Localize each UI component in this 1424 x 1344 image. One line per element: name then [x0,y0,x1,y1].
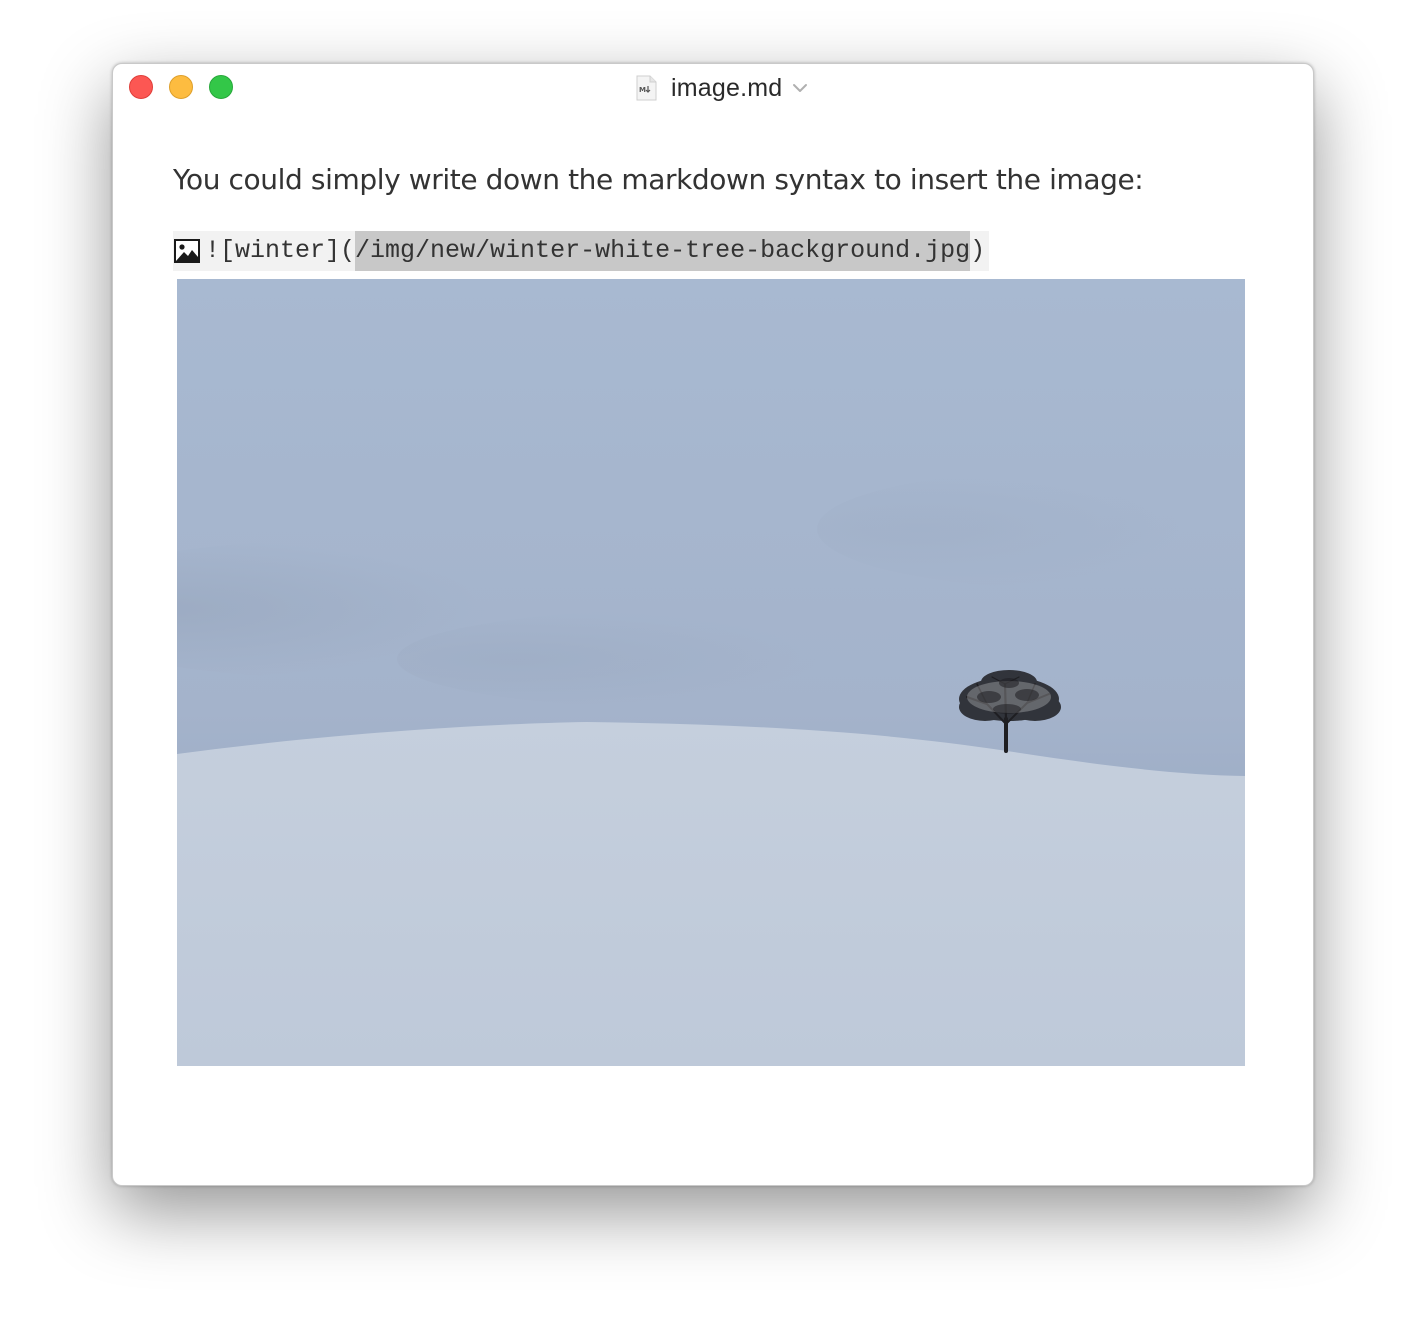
markdown-file-icon: M [635,75,657,101]
winter-image-preview[interactable] [177,279,1245,1066]
chevron-down-icon[interactable] [792,82,808,94]
editor-content[interactable]: You could simply write down the markdown… [173,160,1253,271]
minimize-button[interactable] [169,75,193,99]
zoom-button[interactable] [209,75,233,99]
markdown-image-source[interactable]: ![winter](/img/new/winter-white-tree-bac… [173,231,990,271]
markdown-alt-syntax[interactable]: ![winter]( [205,231,355,271]
paragraph-text[interactable]: You could simply write down the markdown… [173,160,1253,200]
title-bar[interactable]: M image.md [113,64,1313,110]
markdown-close-paren[interactable]: ) [970,231,985,271]
editor-window: M image.md You could simply write down t… [112,63,1314,1186]
document-title: image.md [671,73,783,102]
markdown-image-url[interactable]: /img/new/winter-white-tree-background.jp… [355,231,971,271]
svg-text:M: M [639,86,646,94]
image-icon [173,237,201,265]
document-title-menu[interactable]: M image.md [635,73,808,103]
close-button[interactable] [129,75,153,99]
